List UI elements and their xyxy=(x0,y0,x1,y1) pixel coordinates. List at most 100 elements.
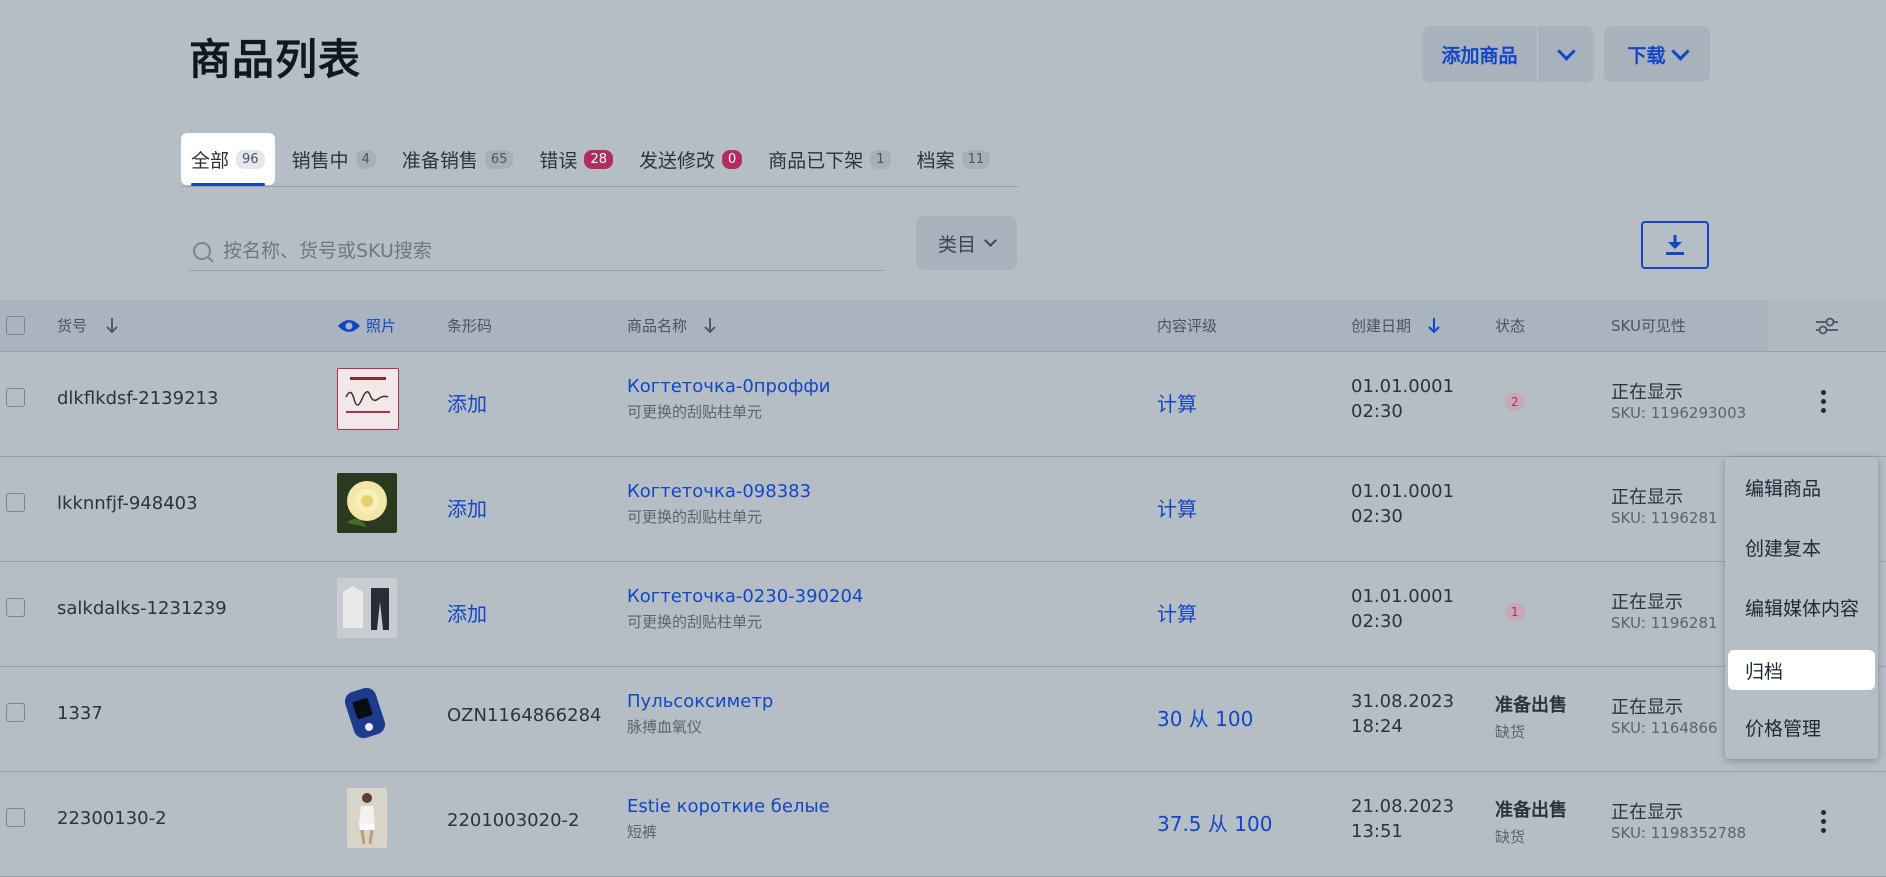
tab-errors[interactable]: 错误 28 xyxy=(530,133,622,185)
time: 02:30 xyxy=(1351,401,1403,422)
sku-number: SKU: 1196293003 xyxy=(1611,404,1747,422)
add-barcode-link[interactable]: 添加 xyxy=(447,493,487,522)
content-rating-link[interactable]: 计算 xyxy=(1157,388,1197,417)
visibility-status: 正在显示 xyxy=(1611,802,1683,823)
product-description: 短裤 xyxy=(627,823,658,841)
product-name-link[interactable]: Когтеточка-0проффи xyxy=(627,376,830,397)
visibility-cell: 正在显示 SKU: 1164866 xyxy=(1611,693,1718,737)
status-label: 准备出售 xyxy=(1495,695,1567,716)
menu-item-price-management[interactable]: 价格管理 xyxy=(1725,707,1878,747)
content-rating-link[interactable]: 计算 xyxy=(1157,493,1197,522)
status-cell: 准备出售 缺货 xyxy=(1495,796,1567,847)
error-badge[interactable]: 2 xyxy=(1505,390,1525,411)
product-description: 可更换的刮贴柱单元 xyxy=(627,613,763,631)
product-name-link[interactable]: Когтеточка-0230-390204 xyxy=(627,586,863,607)
export-button[interactable] xyxy=(1641,221,1709,269)
row-more-icon[interactable] xyxy=(1820,810,1826,833)
visibility-status: 正在显示 xyxy=(1611,697,1683,718)
arrow-down-icon xyxy=(704,317,716,333)
add-product-group: 添加商品 xyxy=(1422,26,1594,82)
header-label: 条形码 xyxy=(447,317,493,335)
product-thumbnail[interactable] xyxy=(337,368,399,430)
search-icon xyxy=(193,242,211,260)
column-settings-button[interactable] xyxy=(1768,300,1886,351)
tab-sent-for-edit[interactable]: 发送修改 0 xyxy=(630,133,751,185)
header-sku-code[interactable]: 货号 xyxy=(57,300,119,351)
header-label: 创建日期 xyxy=(1351,317,1412,335)
menu-item-edit-media[interactable]: 编辑媒体内容 xyxy=(1725,587,1878,627)
header-photo[interactable]: 照片 xyxy=(337,300,396,351)
status-label: 准备出售 xyxy=(1495,800,1567,821)
error-badge[interactable]: 1 xyxy=(1505,600,1525,621)
tab-all[interactable]: 全部 96 xyxy=(181,133,275,186)
tab-count: 11 xyxy=(961,149,991,169)
row-checkbox[interactable] xyxy=(6,703,25,722)
date: 01.01.0001 xyxy=(1351,481,1455,502)
product-thumbnail[interactable] xyxy=(337,578,397,638)
product-name-link[interactable]: Estie короткие белые xyxy=(627,796,830,817)
add-product-dropdown-button[interactable] xyxy=(1538,26,1594,82)
time: 18:24 xyxy=(1351,716,1403,737)
product-name-cell: Пульсоксиметр 脉搏血氧仪 xyxy=(627,691,773,737)
menu-item-edit-product[interactable]: 编辑商品 xyxy=(1725,467,1878,507)
sku-number: SKU: 1196281 xyxy=(1611,509,1718,527)
header-label: 内容评级 xyxy=(1157,317,1218,335)
tab-archive[interactable]: 档案 11 xyxy=(908,133,1000,185)
created-date: 01.01.0001 02:30 xyxy=(1351,481,1454,527)
tab-ready-for-sale[interactable]: 准备销售 65 xyxy=(393,133,523,185)
header-name[interactable]: 商品名称 xyxy=(627,300,717,351)
product-description: 可更换的刮贴柱单元 xyxy=(627,403,763,421)
product-name-link[interactable]: Когтеточка-098383 xyxy=(627,481,811,502)
tab-count: 28 xyxy=(584,149,613,169)
stock-status: 缺货 xyxy=(1495,723,1526,741)
header-label: SKU可见性 xyxy=(1611,317,1686,335)
product-name-cell: Когтеточка-098383 可更换的刮贴柱单元 xyxy=(627,481,811,527)
tab-count: 1 xyxy=(870,149,891,169)
sku-number: SKU: 1198352788 xyxy=(1611,824,1747,842)
content-rating-link[interactable]: 30 从 100 xyxy=(1157,703,1253,732)
menu-item-archive[interactable]: 归档 xyxy=(1728,650,1875,690)
row-checkbox[interactable] xyxy=(6,493,25,512)
search-input[interactable] xyxy=(221,239,825,263)
category-filter-button[interactable]: 类目 xyxy=(916,216,1017,270)
chevron-down-icon xyxy=(1670,41,1690,61)
visibility-status: 正在显示 xyxy=(1611,382,1683,403)
row-more-icon[interactable] xyxy=(1820,390,1826,413)
add-barcode-link[interactable]: 添加 xyxy=(447,388,487,417)
download-button[interactable]: 下载 xyxy=(1604,26,1710,82)
sku-number: SKU: 1164866 xyxy=(1611,719,1718,737)
row-context-menu: 编辑商品 创建复本 编辑媒体内容 归档 价格管理 xyxy=(1725,457,1878,759)
product-name-link[interactable]: Пульсоксиметр xyxy=(627,691,773,712)
category-label: 类目 xyxy=(937,233,976,256)
tab-delisted[interactable]: 商品已下架 1 xyxy=(759,133,899,185)
tab-label: 准备销售 xyxy=(401,149,478,172)
table-row: 1337 OZN1164866284 Пульсоксиметр 脉搏血氧仪 3… xyxy=(0,667,1886,772)
header-created[interactable]: 创建日期 xyxy=(1351,300,1441,351)
chevron-down-icon xyxy=(984,233,997,247)
header-label: 商品名称 xyxy=(627,317,688,335)
select-all-checkbox[interactable] xyxy=(6,316,25,335)
error-count: 1 xyxy=(1505,603,1525,621)
row-checkbox[interactable] xyxy=(6,388,25,407)
product-code: salkdalks-1231239 xyxy=(57,598,227,619)
product-name-cell: Когтеточка-0проффи 可更换的刮贴柱单元 xyxy=(627,376,830,422)
menu-item-duplicate[interactable]: 创建复本 xyxy=(1725,527,1878,567)
product-name-cell: Estie короткие белые 短裤 xyxy=(627,796,830,842)
header-visibility: SKU可见性 xyxy=(1611,300,1686,351)
table-row: lkknnfjf-948403 添加 Когтеточка-098383 可更换… xyxy=(0,457,1886,562)
product-thumbnail[interactable] xyxy=(337,473,397,533)
tab-on-sale[interactable]: 销售中 4 xyxy=(283,133,385,185)
add-product-button[interactable]: 添加商品 xyxy=(1422,26,1538,82)
visibility-status: 正在显示 xyxy=(1611,592,1683,613)
content-rating-link[interactable]: 计算 xyxy=(1157,598,1197,627)
product-thumbnail[interactable] xyxy=(347,788,387,848)
date: 31.08.2023 xyxy=(1351,691,1455,712)
time: 02:30 xyxy=(1351,611,1403,632)
product-thumbnail[interactable] xyxy=(337,683,397,743)
row-checkbox[interactable] xyxy=(6,598,25,617)
download-icon xyxy=(1666,235,1684,255)
row-checkbox[interactable] xyxy=(6,808,25,827)
add-barcode-link[interactable]: 添加 xyxy=(447,598,487,627)
content-rating-link[interactable]: 37.5 从 100 xyxy=(1157,808,1272,837)
table-row: salkdalks-1231239 添加 Когтеточка-0230-390… xyxy=(0,562,1886,667)
